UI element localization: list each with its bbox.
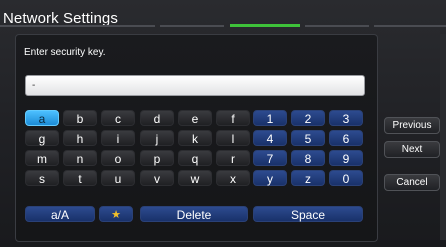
key-d[interactable]: d [140,110,174,126]
tab-step-2 [160,25,224,27]
tab-step-3-active [230,24,300,27]
progress-tabs [0,23,446,29]
key-5[interactable]: 5 [291,130,325,146]
key-2[interactable]: 2 [291,110,325,126]
key-i[interactable]: i [101,130,135,146]
key-o[interactable]: o [101,150,135,166]
key-3[interactable]: 3 [329,110,363,126]
key-j[interactable]: j [140,130,174,146]
next-button[interactable]: Next [384,141,440,158]
key-x[interactable]: x [216,170,250,186]
key-h[interactable]: h [63,130,97,146]
cancel-button[interactable]: Cancel [384,174,440,191]
key-y[interactable]: y [253,170,287,186]
key-e[interactable]: e [178,110,212,126]
key-q[interactable]: q [178,150,212,166]
key-0[interactable]: 0 [329,170,363,186]
tab-step-5 [374,25,446,27]
key-1[interactable]: 1 [253,110,287,126]
key-v[interactable]: v [140,170,174,186]
key-g[interactable]: g [25,130,59,146]
key-4[interactable]: 4 [253,130,287,146]
case-toggle-key[interactable]: a/A [25,206,95,222]
key-n[interactable]: n [63,150,97,166]
key-b[interactable]: b [63,110,97,126]
key-f[interactable]: f [216,110,250,126]
previous-button[interactable]: Previous [384,117,440,134]
key-p[interactable]: p [140,150,174,166]
key-6[interactable]: 6 [329,130,363,146]
tab-step-4 [305,25,369,27]
key-s[interactable]: s [25,170,59,186]
tab-step-1 [0,25,155,27]
key-r[interactable]: r [216,150,250,166]
security-key-input[interactable]: - [25,75,365,96]
space-key[interactable]: Space [253,206,363,222]
key-m[interactable]: m [25,150,59,166]
key-c[interactable]: c [101,110,135,126]
key-9[interactable]: 9 [329,150,363,166]
side-panel [440,34,446,240]
prompt-label: Enter security key. [24,47,106,58]
key-w[interactable]: w [178,170,212,186]
key-7[interactable]: 7 [253,150,287,166]
key-a[interactable]: a [25,110,59,126]
star-icon[interactable]: ★ [99,206,133,222]
key-u[interactable]: u [101,170,135,186]
key-z[interactable]: z [291,170,325,186]
key-8[interactable]: 8 [291,150,325,166]
key-l[interactable]: l [216,130,250,146]
network-settings-screen: Network Settings Enter security key. - a… [0,0,446,247]
key-t[interactable]: t [63,170,97,186]
key-k[interactable]: k [178,130,212,146]
delete-key[interactable]: Delete [140,206,248,222]
